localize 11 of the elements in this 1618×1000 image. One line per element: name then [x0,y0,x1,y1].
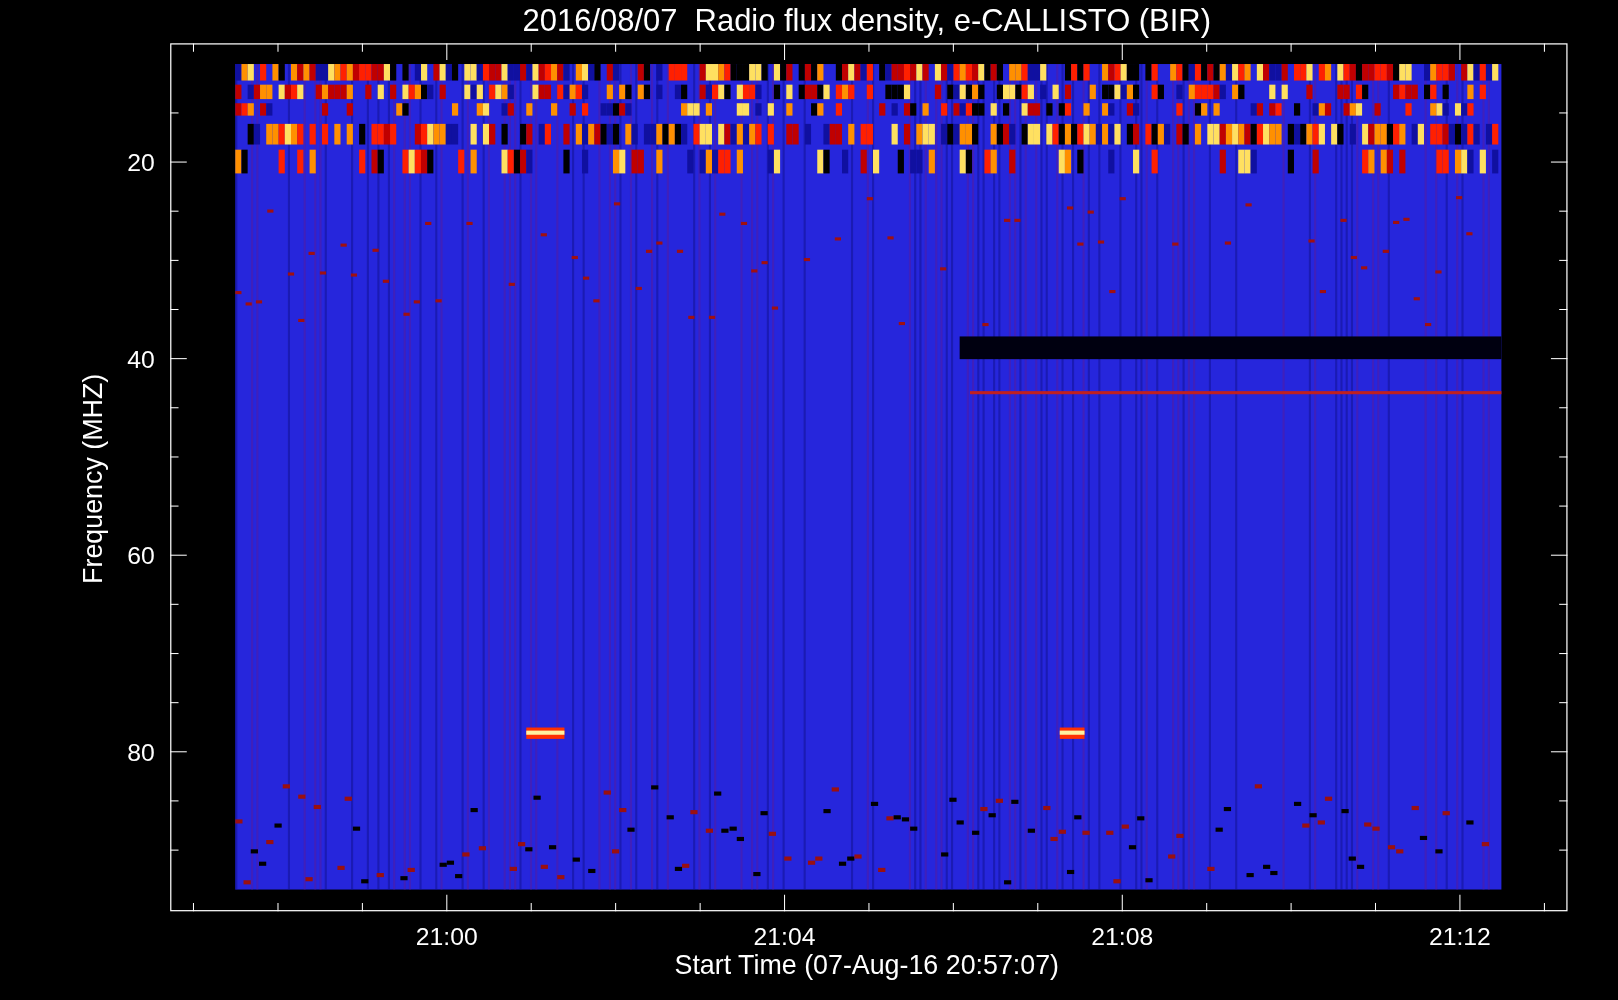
y-tick-label: 80 [127,739,155,767]
chart-title: 2016/08/07 Radio flux density, e-CALLISTO (BIR) [522,3,1211,38]
y-axis-label: Frequency (MHZ) [78,373,109,584]
x-axis-label: Start Time (07-Aug-16 20:57:07) [674,950,1060,981]
x-tick-label: 21:04 [753,923,816,951]
x-tick-label: 21:08 [1091,923,1154,951]
x-tick-label: 21:12 [1428,923,1491,951]
y-tick-label: 40 [127,345,155,373]
y-tick-label: 60 [127,542,155,570]
y-tick-label: 20 [127,149,155,177]
x-tick-label: 21:00 [415,923,478,951]
